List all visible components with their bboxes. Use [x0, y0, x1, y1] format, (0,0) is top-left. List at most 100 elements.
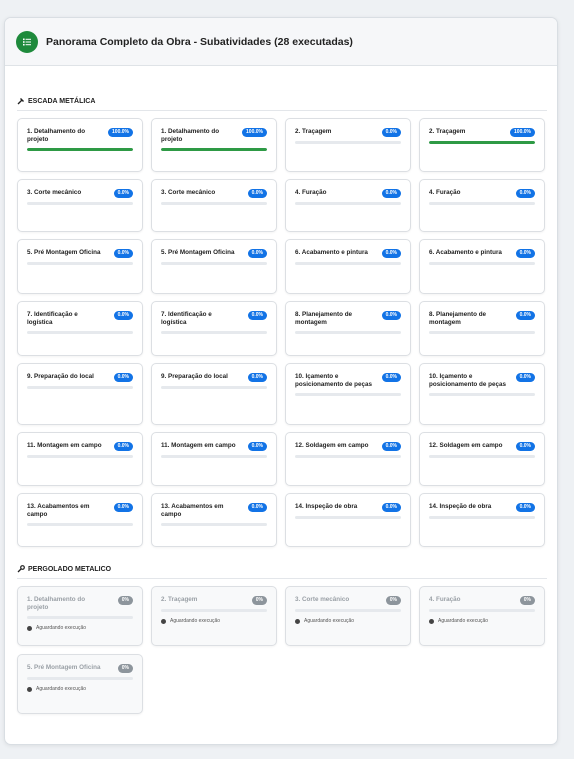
progress-badge: 0.0% [381, 128, 401, 137]
activity-card[interactable]: 4. Furação 0% Aguardando execução [419, 586, 545, 646]
activity-card[interactable]: 2. Traçagem 100.0% [419, 118, 545, 172]
activity-card[interactable]: 10. Içamento e posicionamento de peças 0.… [285, 363, 411, 425]
activity-card[interactable]: 9. Preparação do local 0.0% [17, 363, 143, 425]
activity-card[interactable]: 4. Furação 0.0% [419, 179, 545, 232]
activity-card[interactable]: 3. Corte mecânico 0% Aguardando execução [285, 586, 411, 646]
activity-card[interactable]: 1. Detalhamento do projeto 100.0% [17, 118, 143, 172]
progress-badge: 0.0% [515, 249, 535, 258]
activity-card[interactable]: 9. Preparação do local 0.0% [151, 363, 277, 425]
activity-card[interactable]: 6. Acabamento e pintura 0.0% [285, 239, 411, 294]
progress-bar [295, 455, 401, 458]
activity-card[interactable]: 12. Soldagem em campo 0.0% [419, 432, 545, 486]
activity-card[interactable]: 11. Montagem em campo 0.0% [151, 432, 277, 486]
activity-card[interactable]: 8. Planejamento de montagem 0.0% [285, 301, 411, 356]
progress-badge: 0% [117, 596, 133, 605]
progress-bar [27, 386, 133, 389]
progress-badge: 0.0% [247, 189, 267, 198]
progress-badge: 0% [251, 596, 267, 605]
activity-name: 14. Inspeção de obra [429, 503, 492, 510]
pending-label: Aguardando execução [170, 618, 221, 624]
activity-name: 12. Soldagem em campo [429, 442, 503, 449]
progress-bar [161, 331, 267, 335]
pending-label: Aguardando execução [438, 618, 489, 624]
pending-status: Aguardando execução [27, 686, 133, 692]
progress-bar [27, 202, 133, 205]
activity-card[interactable]: 5. Pré Montagem Oficina 0.0% [151, 239, 277, 294]
progress-badge: 0% [519, 596, 535, 605]
progress-bar [295, 393, 401, 397]
progress-bar [295, 609, 401, 612]
activity-name: 8. Planejamento de montagem [429, 311, 487, 327]
pending-status: Aguardando execução [429, 618, 535, 624]
progress-bar [27, 455, 133, 458]
activity-card[interactable]: 5. Pré Montagem Oficina 0.0% [17, 239, 143, 294]
progress-bar [295, 141, 401, 144]
progress-bar [27, 331, 133, 335]
pending-label: Aguardando execução [304, 618, 355, 624]
activity-card[interactable]: 5. Pré Montagem Oficina 0% Aguardando exec… [17, 654, 143, 714]
progress-bar [27, 148, 133, 152]
progress-badge: 0.0% [515, 442, 535, 451]
activity-name: 6. Acabamento e pintura [429, 249, 502, 256]
activity-name: 13. Acabamentos em campo [27, 503, 90, 519]
activity-name: 5. Pré Montagem Oficina [27, 249, 101, 256]
progress-badge: 0.0% [515, 189, 535, 198]
activity-name: 11. Montagem em campo [161, 442, 236, 449]
progress-badge: 0.0% [515, 373, 535, 382]
progress-bar [295, 331, 401, 335]
progress-bar [295, 202, 401, 205]
list-icon [16, 30, 38, 53]
activity-name: 5. Pré Montagem Oficina [27, 664, 101, 671]
card-grid: 1. Detalhamento do projeto 100.0% 1. Detal… [17, 118, 547, 547]
progress-badge: 0.0% [515, 311, 535, 320]
progress-badge: 0.0% [113, 249, 133, 258]
progress-badge: 0.0% [247, 442, 267, 451]
activity-card[interactable]: 12. Soldagem em campo 0.0% [285, 432, 411, 486]
activity-name: 10. Içamento e posicionamento de peças [295, 373, 372, 389]
progress-bar [161, 609, 267, 612]
activity-card[interactable]: 1. Detalhamento do projeto 0% Aguardando e… [17, 586, 143, 646]
progress-bar [161, 262, 267, 265]
activity-name: 13. Acabamentos em campo [161, 503, 224, 519]
activity-name: 4. Furação [429, 189, 461, 196]
activity-name: 6. Acabamento e pintura [295, 249, 368, 256]
activity-card[interactable]: 3. Corte mecânico 0.0% [17, 179, 143, 232]
progress-bar-fill [161, 148, 267, 152]
activity-name: 1. Detalhamento do projeto [27, 128, 86, 144]
section-title: PERGOLADO METALICO [17, 565, 547, 579]
progress-bar [429, 516, 535, 519]
clock-icon [161, 618, 166, 624]
activity-card[interactable]: 2. Traçagem 0.0% [285, 118, 411, 172]
progress-bar [27, 262, 133, 265]
progress-badge: 0.0% [113, 442, 133, 451]
activity-name: 2. Traçagem [161, 596, 198, 603]
activity-card[interactable]: 14. Inspeção de obra 0.0% [285, 493, 411, 547]
hammer-icon [17, 98, 24, 105]
activity-card[interactable]: 8. Planejamento de montagem 0.0% [419, 301, 545, 356]
progress-bar-fill [27, 148, 133, 152]
progress-badge: 0.0% [247, 373, 267, 382]
activity-name: 4. Furação [429, 596, 461, 603]
progress-bar [161, 455, 267, 458]
activity-card[interactable]: 3. Corte mecânico 0.0% [151, 179, 277, 232]
activity-card[interactable]: 7. Identificação e logística 0.0% [151, 301, 277, 356]
activity-card[interactable]: 13. Acabamentos em campo 0.0% [17, 493, 143, 547]
activity-card[interactable]: 13. Acabamentos em campo 0.0% [151, 493, 277, 547]
activity-card[interactable]: 7. Identificação e logística 0.0% [17, 301, 143, 356]
activity-card[interactable]: 14. Inspeção de obra 0.0% [419, 493, 545, 547]
pending-label: Aguardando execução [36, 686, 87, 692]
overview-panel: Panorama Completo da Obra - Subatividade… [4, 17, 558, 745]
activity-card[interactable]: 1. Detalhamento do projeto 100.0% [151, 118, 277, 172]
activity-card[interactable]: 4. Furação 0.0% [285, 179, 411, 232]
activity-card[interactable]: 6. Acabamento e pintura 0.0% [419, 239, 545, 294]
progress-badge: 0.0% [381, 189, 401, 198]
clock-icon [429, 618, 434, 624]
progress-badge: 0.0% [113, 373, 133, 382]
progress-badge: 0.0% [515, 503, 535, 512]
section-pergolado-metalico: PERGOLADO METALICO 1. Detalhamento do pr… [17, 565, 547, 714]
clock-icon [27, 686, 32, 692]
activity-card[interactable]: 10. Içamento e posicionamento de peças 0.… [419, 363, 545, 425]
activity-card[interactable]: 2. Traçagem 0% Aguardando execução [151, 586, 277, 646]
activity-card[interactable]: 11. Montagem em campo 0.0% [17, 432, 143, 486]
progress-badge: 0.0% [113, 189, 133, 198]
